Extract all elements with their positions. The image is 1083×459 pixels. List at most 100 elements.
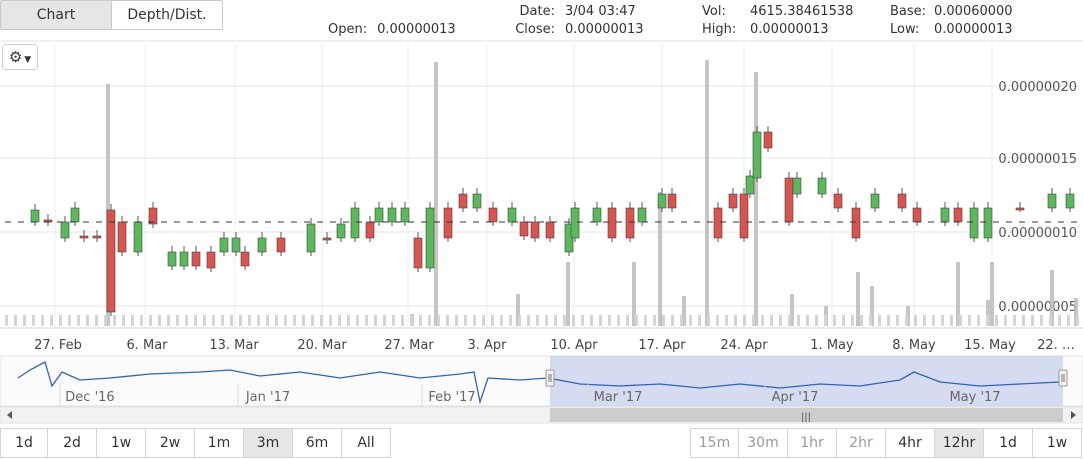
- volume-bar: [113, 315, 116, 326]
- volume-bar: [1040, 315, 1043, 326]
- interval-1d[interactable]: 1d: [984, 428, 1033, 458]
- volume-bar: [95, 315, 98, 326]
- range-6m[interactable]: 6m: [293, 428, 342, 458]
- volume-bar: [986, 315, 989, 326]
- volume-bar: [212, 315, 215, 326]
- x-tick-label: 13. Mar: [209, 338, 259, 353]
- chevron-down-icon: ▼: [24, 55, 32, 65]
- candle-body: [667, 193, 677, 209]
- candle-body: [400, 207, 410, 223]
- y-tick-label: 0.00000005: [998, 300, 1077, 315]
- x-tick-label: 15. May: [964, 338, 1016, 353]
- low-label: Low:: [890, 22, 920, 37]
- volume-bar: [1031, 315, 1034, 326]
- volume-bar: [374, 315, 377, 326]
- volume-bar: [563, 315, 566, 326]
- volume-bar: [257, 315, 260, 326]
- volume-bar: [860, 315, 863, 326]
- volume-bar: [658, 192, 662, 326]
- candle-body: [592, 207, 602, 223]
- interval-1hr[interactable]: 1hr: [788, 428, 837, 458]
- volume-bar: [203, 315, 206, 326]
- volume-bar: [1049, 315, 1052, 326]
- volume-bar: [347, 315, 350, 326]
- volume-bar: [302, 315, 305, 326]
- price-chart[interactable]: 0.00000005 0.00000010 0.00000015 0.00000020…: [0, 40, 1083, 455]
- interval-12hr[interactable]: 12hr: [935, 428, 984, 458]
- candle-body: [167, 251, 177, 267]
- volume-bar: [572, 315, 575, 326]
- interval-15m[interactable]: 15m: [690, 428, 739, 458]
- candle-body: [784, 177, 794, 223]
- interval-4hr[interactable]: 4hr: [886, 428, 935, 458]
- volume-bar: [752, 315, 755, 326]
- candle-body: [117, 221, 127, 253]
- interval-1w[interactable]: 1w: [1033, 428, 1082, 458]
- navigator-tick-label: Dec '16: [65, 390, 114, 405]
- volume-bar: [50, 315, 53, 326]
- chart-settings-button[interactable]: ⚙ ▼: [2, 44, 38, 70]
- navigator-tick-label: May '17: [949, 390, 1000, 405]
- volume-bar: [401, 315, 404, 326]
- candle-body: [106, 209, 116, 313]
- volume-bar: [482, 315, 485, 326]
- interval-30m[interactable]: 30m: [739, 428, 788, 458]
- volume-bar: [194, 315, 197, 326]
- candle-body: [728, 193, 738, 209]
- candle-body: [306, 223, 316, 253]
- volume-bar: [941, 315, 944, 326]
- volume-bar: [320, 315, 323, 326]
- volume-bar: [644, 315, 647, 326]
- navigator-handle[interactable]: [545, 369, 555, 387]
- range-1d[interactable]: 1d: [0, 428, 48, 458]
- range-selector: 1d 2d 1w 2w 1m 3m 6m All: [0, 428, 391, 458]
- candle-body: [191, 251, 201, 267]
- range-2d[interactable]: 2d: [48, 428, 97, 458]
- range-1m[interactable]: 1m: [195, 428, 244, 458]
- x-tick-label: 6. Mar: [126, 338, 168, 353]
- interval-2hr[interactable]: 2hr: [837, 428, 886, 458]
- candle-body: [219, 237, 229, 253]
- candle-body: [1065, 193, 1075, 209]
- volume-bar: [797, 315, 800, 326]
- volume-bar: [527, 315, 530, 326]
- volume-bar: [518, 315, 521, 326]
- candle-body: [897, 193, 907, 209]
- volume-bar: [896, 315, 899, 326]
- candle-body: [443, 207, 453, 239]
- tab-depth-dist[interactable]: Depth/Dist.: [112, 0, 223, 30]
- volume-bar: [554, 315, 557, 326]
- tab-chart[interactable]: Chart: [0, 0, 112, 30]
- volume-bar: [815, 315, 818, 326]
- volume-bar: [104, 315, 107, 326]
- volume-bar: [437, 315, 440, 326]
- volume-bar: [311, 315, 314, 326]
- range-1w[interactable]: 1w: [97, 428, 146, 458]
- base-label: Base:: [890, 4, 927, 19]
- volume-bar: [338, 315, 341, 326]
- volume-bar: [14, 315, 17, 326]
- candle-body: [336, 223, 346, 239]
- volume-bar: [167, 315, 170, 326]
- range-all[interactable]: All: [342, 428, 391, 458]
- volume-bar: [990, 262, 994, 326]
- range-2w[interactable]: 2w: [146, 428, 195, 458]
- navigator-tick-label: Jan '17: [245, 390, 290, 405]
- navigator-handle[interactable]: [1058, 369, 1068, 387]
- volume-bar: [419, 315, 422, 326]
- candle-body: [912, 207, 922, 223]
- scrollbar-grip: |||: [801, 412, 811, 423]
- candle-body: [530, 221, 540, 239]
- y-tick-label: 0.00000015: [998, 152, 1077, 167]
- range-3m[interactable]: 3m: [244, 428, 293, 458]
- volume-bar: [122, 315, 125, 326]
- volume-bar: [698, 315, 701, 326]
- x-tick-label: 1. May: [810, 338, 854, 353]
- volume-bar: [68, 315, 71, 326]
- volume-bar: [275, 315, 278, 326]
- candlestick-chart-svg[interactable]: 0.00000005 0.00000010 0.00000015 0.00000020…: [0, 40, 1083, 425]
- volume-bar: [410, 315, 413, 326]
- volume-bar: [473, 315, 476, 326]
- x-tick-label: 27. Mar: [384, 338, 434, 353]
- candle-body: [833, 193, 843, 209]
